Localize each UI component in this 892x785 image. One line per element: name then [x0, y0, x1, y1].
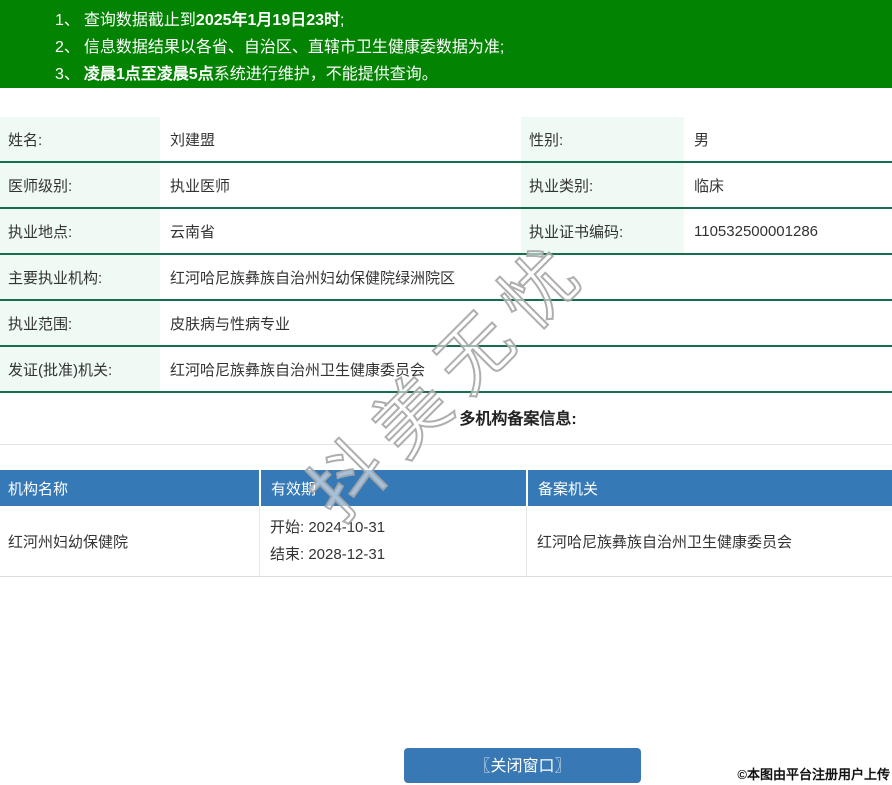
notice-text: 查询数据截止到: [83, 12, 196, 29]
notice-text: 信息数据结果以各省、自治区、直辖市卫生健康委数据为准;: [83, 39, 505, 56]
notice-line-number: 3、: [55, 66, 80, 83]
field-value-practice-scope: 皮肤病与性病专业: [170, 315, 291, 333]
column-header-validity: 有效期: [259, 470, 526, 506]
field-value-certificate-number: 110532500001286: [694, 222, 819, 240]
notice-text-bold: 2025年1月19日23时: [195, 12, 341, 29]
field-label-practice-location: 执业地点:: [0, 209, 160, 253]
field-label-name: 姓名:: [0, 117, 160, 161]
copyright-notice: ©本图由平台注册用户上传: [737, 767, 890, 782]
close-window-button[interactable]: 〖关闭窗口〗: [404, 748, 641, 783]
filing-org-name: 红河州妇幼保健院: [8, 533, 129, 551]
table-row: 执业范围: 皮肤病与性病专业: [0, 301, 892, 347]
field-label-issuing-authority: 发证(批准)机关:: [0, 347, 160, 391]
table-row: 发证(批准)机关: 红河哈尼族彝族自治州卫生健康委员会: [0, 347, 892, 393]
notice-text: 系统进行维护，不能提供查询。: [213, 66, 438, 83]
field-value-practice-location: 云南省: [170, 223, 216, 241]
filing-end-date: 结束: 2028-12-31: [270, 546, 386, 563]
notice-text: ;: [340, 12, 345, 29]
field-value-doctor-level: 执业医师: [170, 177, 231, 195]
field-label-practice-category: 执业类别:: [521, 163, 684, 207]
notice-text-bold: 凌晨1点至凌晨5点: [83, 66, 214, 83]
table-row: 姓名: 刘建盟 性别: 男: [0, 117, 892, 163]
field-value-practice-category: 临床: [694, 177, 725, 195]
field-label-main-institution: 主要执业机构:: [0, 255, 160, 299]
field-label-practice-scope: 执业范围:: [0, 301, 160, 345]
column-header-org-name: 机构名称: [8, 480, 69, 498]
notice-line-number: 2、: [55, 39, 80, 56]
field-value-name: 刘建盟: [170, 131, 216, 149]
field-label-certificate-number: 执业证书编码:: [521, 209, 684, 253]
column-header-filing-authority: 备案机关: [526, 470, 892, 506]
notice-line-2: 2、 信息数据结果以各省、自治区、直辖市卫生健康委数据为准;: [55, 34, 892, 61]
field-label-gender: 性别:: [521, 117, 684, 161]
notice-banner: 1、 查询数据截止到2025年1月19日23时; 2、 信息数据结果以各省、自治区、…: [0, 0, 892, 88]
table-row: 红河州妇幼保健院 开始: 2024-10-31 结束: 2028-12-31 红…: [0, 506, 892, 577]
filing-validity-period: 开始: 2024-10-31 结束: 2028-12-31: [259, 506, 526, 576]
table-row: 执业地点: 云南省 执业证书编码: 110532500001286: [0, 209, 892, 255]
filing-section-heading: 多机构备案信息:: [459, 411, 577, 428]
field-value-gender: 男: [694, 131, 710, 149]
filing-authority: 红河哈尼族彝族自治州卫生健康委员会: [526, 506, 892, 576]
filing-table-header: 机构名称 有效期 备案机关: [0, 470, 892, 506]
field-label-doctor-level: 医师级别:: [0, 163, 160, 207]
filing-table: 机构名称 有效期 备案机关 红河州妇幼保健院 开始: 2024-10-31 结束…: [0, 470, 892, 577]
notice-line-number: 1、: [55, 12, 80, 29]
field-value-main-institution: 红河哈尼族彝族自治州妇幼保健院绿洲院区: [170, 269, 456, 287]
notice-line-1: 1、 查询数据截止到2025年1月19日23时;: [55, 7, 892, 34]
notice-line-3: 3、 凌晨1点至凌晨5点系统进行维护，不能提供查询。: [55, 61, 892, 88]
section-divider: [0, 444, 892, 445]
doctor-info-table: 姓名: 刘建盟 性别: 男 医师级别: 执业医师 执业类别: 临床 执业地点: …: [0, 117, 892, 393]
table-row: 主要执业机构: 红河哈尼族彝族自治州妇幼保健院绿洲院区: [0, 255, 892, 301]
table-row: 医师级别: 执业医师 执业类别: 临床: [0, 163, 892, 209]
filing-start-date: 开始: 2024-10-31: [270, 519, 386, 536]
field-value-issuing-authority: 红河哈尼族彝族自治州卫生健康委员会: [170, 361, 426, 379]
